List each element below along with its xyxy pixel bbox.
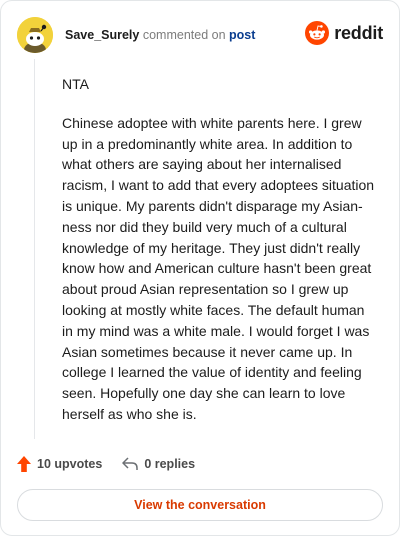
- upvote-count: 10 upvotes: [37, 457, 103, 471]
- avatar[interactable]: [17, 17, 53, 53]
- reply-count: 0 replies: [144, 457, 196, 471]
- comment-paragraph: Chinese adoptee with white parents here.…: [62, 114, 375, 422]
- reply-button[interactable]: 0 replies: [122, 457, 195, 471]
- comment-body: NTA Chinese adoptee with white parents h…: [62, 74, 375, 443]
- comment-card: Save_Surely commented on post reddit NTA…: [0, 0, 400, 536]
- comment-header: Save_Surely commented on post reddit: [17, 15, 383, 55]
- reply-arrow-icon: [122, 457, 139, 470]
- reddit-logo-icon: [305, 21, 330, 45]
- comment-footer: 10 upvotes 0 replies: [17, 453, 383, 475]
- comment-paragraph: NTA: [62, 76, 89, 92]
- username-link[interactable]: Save_Surely: [65, 28, 139, 42]
- action-text: commented on: [142, 28, 226, 42]
- view-conversation-button[interactable]: View the conversation: [17, 489, 383, 521]
- snoo-avatar-icon: [17, 17, 53, 53]
- thread-line: [34, 59, 35, 439]
- reddit-brand[interactable]: reddit: [305, 21, 383, 45]
- post-link[interactable]: post: [229, 28, 255, 42]
- brand-wordmark: reddit: [334, 22, 383, 43]
- upvote-button[interactable]: 10 upvotes: [17, 456, 102, 472]
- comment-meta: Save_Surely commented on post: [65, 27, 255, 43]
- upvote-arrow-icon: [17, 456, 31, 472]
